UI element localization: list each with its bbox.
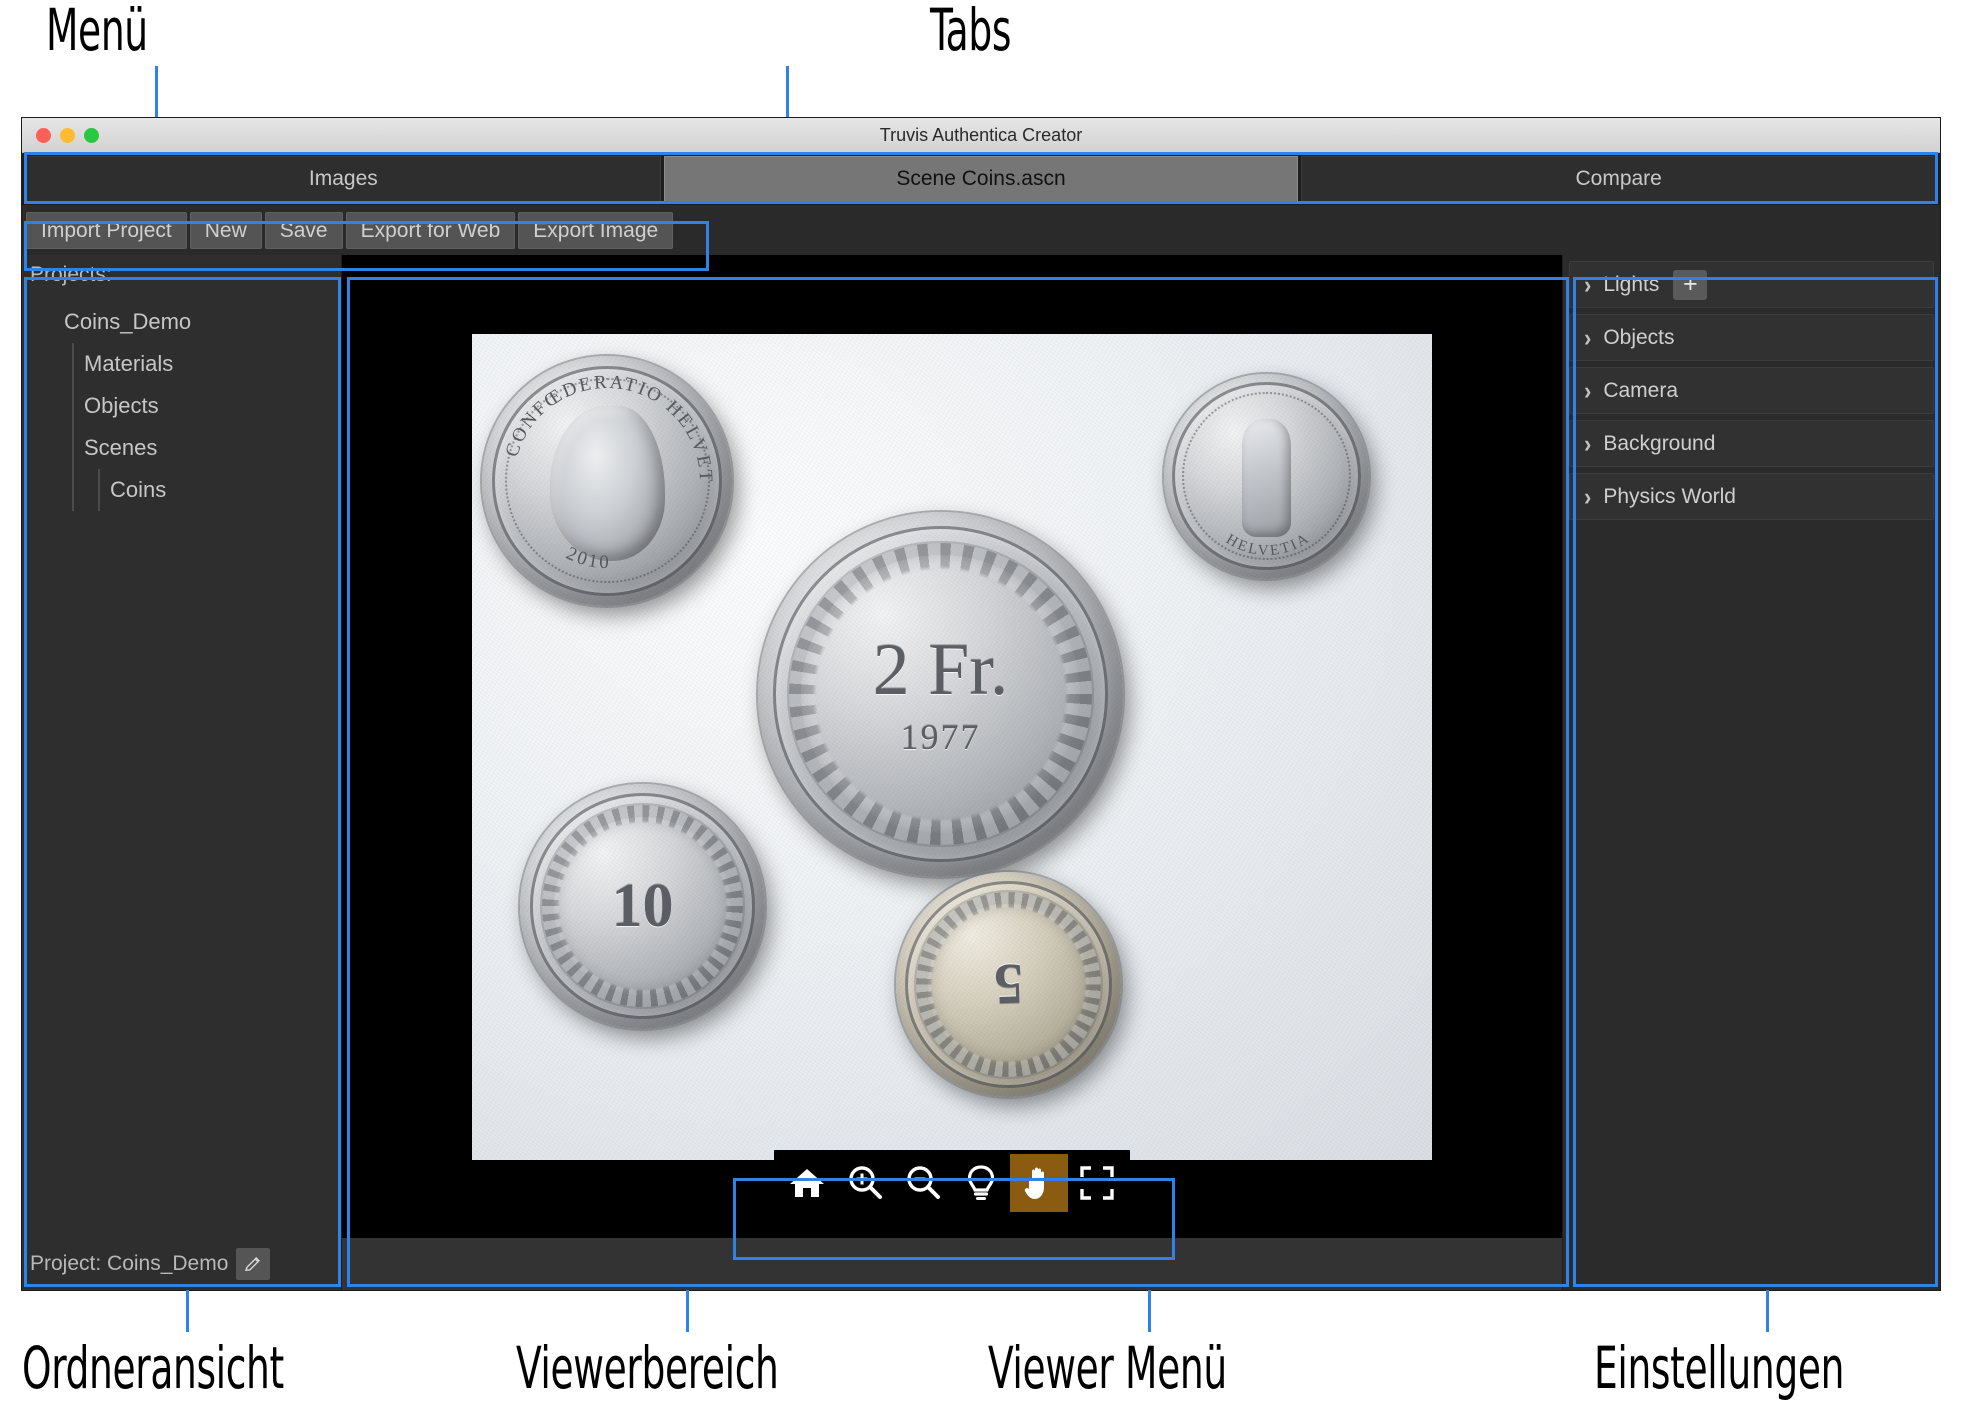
settings-section-label: Camera [1603,378,1679,402]
tree-item-scenes[interactable]: Scenes [22,427,341,469]
coin-face: 5 [992,951,1025,1018]
svg-text:2010: 2010 [563,542,611,572]
tree-item-objects[interactable]: Objects [22,385,341,427]
add-light-button[interactable]: + [1673,269,1708,300]
projects-header: Projects: [30,263,112,286]
tab-compare[interactable]: Compare [1301,156,1937,202]
settings-section-label: Lights [1603,272,1660,296]
chevron-right-icon: › [1584,428,1592,458]
settings-section-physics-world[interactable]: › Physics World [1569,473,1934,520]
settings-section-label: Background [1603,431,1716,455]
settings-section-objects[interactable]: › Objects [1569,314,1934,361]
annotation-folder-view: Ordneransicht [22,1334,284,1402]
settings-section-lights[interactable]: › Lights + [1569,261,1934,308]
tab-bar: Images Scene Coins.ascn Compare [22,153,1940,205]
annotation-viewer-menu-leader [1148,1290,1151,1332]
light-bulb-icon[interactable] [952,1154,1010,1212]
annotation-folder-view-leader [186,1290,189,1332]
tab-images[interactable]: Images [26,156,661,202]
viewer-footer-bar [342,1238,1562,1290]
coin-10-rappen: 10 [520,783,765,1029]
coin-helvetia-standing: HELVETIA [1164,373,1369,579]
home-icon[interactable] [778,1154,836,1212]
coin-legend: HELVETIA [1164,374,1369,579]
settings-section-background[interactable]: › Background [1569,420,1934,467]
coin-year: 1977 [900,717,981,757]
main-menu-bar: Import Project New Save Export for Web E… [22,205,1940,255]
project-status-bar: Project: Coins_Demo [22,1240,341,1290]
svg-text:CONFŒDERATIO HELVETICA: CONFŒDERATIO HELVETICA [482,356,716,484]
window-titlebar: Truvis Authentica Creator [22,118,1940,153]
chevron-right-icon: › [1584,269,1592,299]
viewer-column: CONFŒDERATIO HELVETICA 2010 2 Fr. 1977 [342,255,1562,1290]
export-for-web-button[interactable]: Export for Web [345,211,516,249]
annotation-viewer-area: Viewerbereich [516,1334,779,1402]
annotation-settings: Einstellungen [1594,1334,1845,1402]
hand-icon[interactable] [1010,1154,1068,1212]
coin-5-rappen-reverse: 5 [896,871,1121,1097]
coin-5-rappen-obverse: CONFŒDERATIO HELVETICA 2010 [482,355,732,606]
project-status-text: Project: Coins_Demo [30,1252,229,1275]
coin-denomination: 2 Fr. [872,629,1009,711]
coin-face: 2 Fr. 1977 [873,633,1009,755]
tree-item-coins-demo[interactable]: Coins_Demo [22,301,341,343]
fullscreen-icon[interactable] [1068,1154,1126,1212]
coin-denomination: 5 [992,951,1025,1018]
coin-photograph: CONFŒDERATIO HELVETICA 2010 2 Fr. 1977 [472,333,1432,1160]
zoom-out-icon[interactable] [894,1154,952,1212]
tree-item-coins[interactable]: Coins [22,469,341,511]
tree-item-materials[interactable]: Materials [22,343,341,385]
tab-scene-coins[interactable]: Scene Coins.ascn [663,156,1299,202]
annotation-menu: Menü [46,0,148,64]
chevron-right-icon: › [1584,375,1592,405]
annotation-viewer-menu: Viewer Menü [988,1334,1227,1402]
settings-section-camera[interactable]: › Camera [1569,367,1934,414]
main-body: Projects: Coins_Demo Materials Objects S… [22,255,1940,1290]
pencil-icon[interactable] [236,1248,271,1280]
annotation-viewer-area-leader [686,1290,689,1332]
zoom-in-icon[interactable] [836,1154,894,1212]
new-button[interactable]: New [189,211,262,249]
coin-face: 10 [612,875,674,937]
export-image-button[interactable]: Export Image [518,211,674,249]
application-window: Truvis Authentica Creator Images Scene C… [22,118,1940,1290]
settings-panel: › Lights + › Objects › Camera › Backgrou… [1562,255,1940,1290]
import-project-button[interactable]: Import Project [26,211,187,249]
svg-text:HELVETIA: HELVETIA [1223,529,1313,558]
save-button[interactable]: Save [264,211,343,249]
coin-2-franken: 2 Fr. 1977 [758,511,1123,877]
viewer-toolbar [774,1150,1130,1216]
coin-legend: CONFŒDERATIO HELVETICA 2010 [482,356,732,606]
annotation-tabs: Tabs [930,0,1012,64]
folder-view-panel: Projects: Coins_Demo Materials Objects S… [22,255,342,1290]
settings-section-label: Physics World [1603,484,1736,508]
viewer-area[interactable]: CONFŒDERATIO HELVETICA 2010 2 Fr. 1977 [342,255,1562,1238]
annotation-settings-leader [1766,1290,1769,1332]
settings-section-label: Objects [1603,325,1675,349]
project-tree: Coins_Demo Materials Objects Scenes Coin… [22,287,341,1240]
window-title: Truvis Authentica Creator [879,124,1083,145]
chevron-right-icon: › [1584,322,1592,352]
chevron-right-icon: › [1584,481,1592,511]
coin-denomination: 10 [611,872,674,940]
